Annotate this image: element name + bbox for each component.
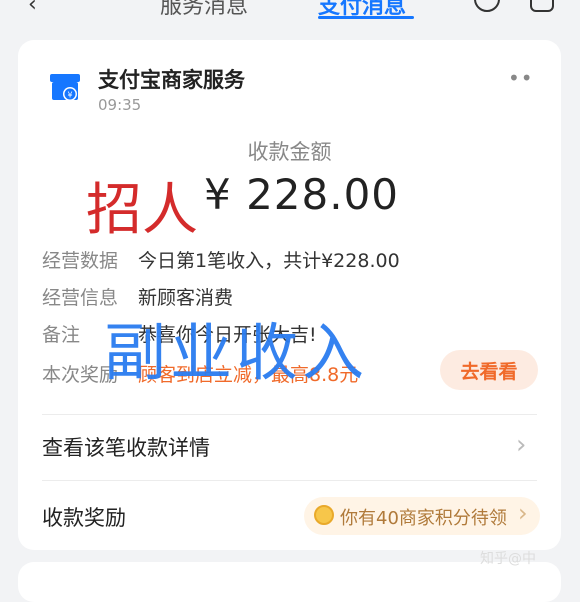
points-reward-pill[interactable]: 你有40商家积分待领 ›: [304, 497, 540, 535]
view-details-label: 查看该笔收款详情: [42, 436, 210, 460]
tab-service-messages[interactable]: 服务消息: [160, 0, 248, 20]
more-icon[interactable]: ••: [508, 66, 534, 90]
divider: [42, 480, 537, 481]
active-tab-indicator: [318, 16, 414, 19]
store-icon: ¥: [50, 74, 80, 101]
overlay-text-recruit: 招人: [86, 178, 198, 243]
app-name: 支付宝商家服务: [98, 68, 245, 92]
next-message-card: [18, 562, 561, 602]
chevron-right-icon: ›: [518, 499, 528, 527]
back-icon[interactable]: ‹: [28, 0, 37, 17]
view-details-link[interactable]: 查看该笔收款详情 ›: [42, 428, 537, 468]
coin-icon: [314, 505, 334, 525]
points-reward-text: 你有40商家积分待领: [340, 508, 507, 529]
divider: [42, 414, 537, 415]
row-label-remark: 备注: [42, 324, 81, 346]
payment-message-card: ¥ 支付宝商家服务 09:35 •• 收款金额 招人 ¥ 228.00 经营数据…: [18, 40, 561, 550]
message-time: 09:35: [98, 96, 142, 114]
overlay-text-side-income: 副业收入: [104, 316, 369, 389]
top-nav: ‹ 服务消息 支付消息: [0, 0, 580, 30]
go-look-button[interactable]: 去看看: [440, 350, 538, 390]
collection-reward-label: 收款奖励: [42, 506, 126, 530]
svg-text:¥: ¥: [67, 91, 72, 100]
amount-value: ¥ 228.00: [204, 170, 400, 219]
row-label-business-data: 经营数据: [42, 250, 119, 272]
settings-icon[interactable]: [530, 0, 554, 12]
search-icon[interactable]: [474, 0, 500, 12]
watermark: 知乎@中: [480, 551, 536, 567]
chevron-right-icon: ›: [516, 430, 527, 460]
amount-label: 收款金额: [247, 140, 332, 164]
row-value-business-data: 今日第1笔收入，共计¥228.00: [138, 250, 400, 272]
